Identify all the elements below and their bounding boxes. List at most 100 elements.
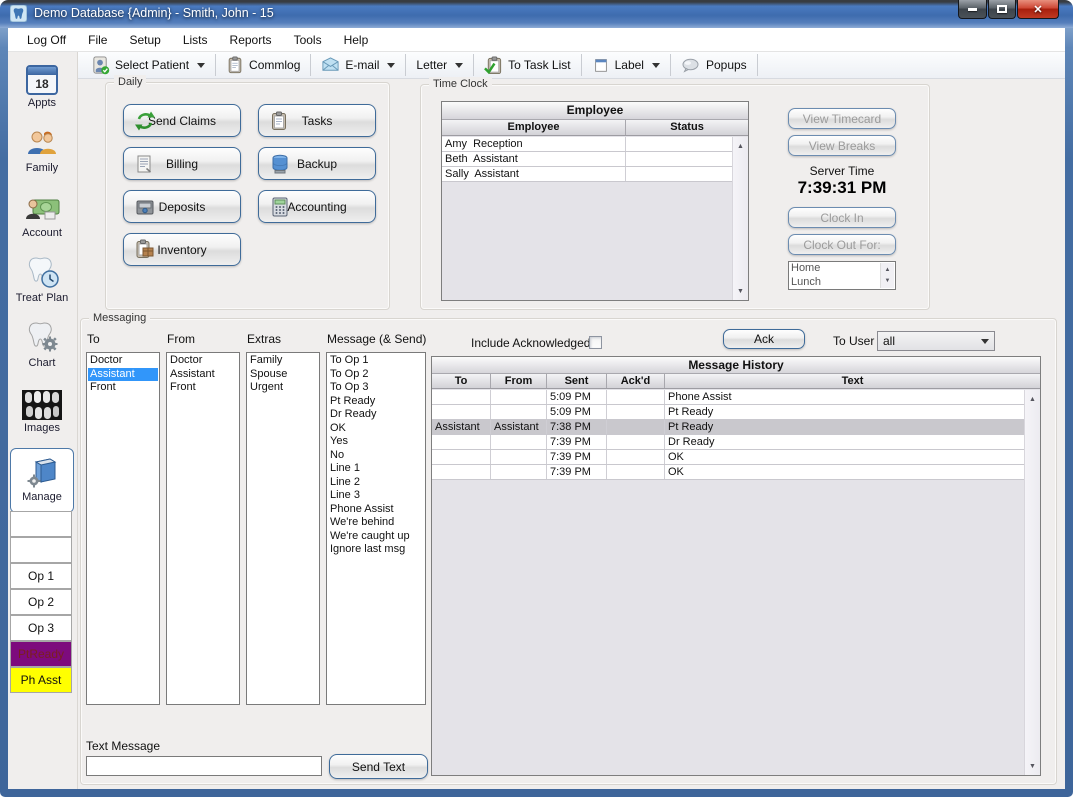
message-item[interactable]: To Op 2 bbox=[328, 368, 424, 382]
extras-item-family[interactable]: Family bbox=[248, 354, 318, 368]
history-text-cell: Phone Assist bbox=[665, 390, 1024, 404]
quick-cell-ptready[interactable]: PtReady bbox=[10, 641, 72, 667]
menu-reports[interactable]: Reports bbox=[219, 30, 283, 50]
commlog-button[interactable]: Commlog bbox=[219, 53, 307, 78]
history-row-selected[interactable]: Assistant Assistant 7:38 PM Pt Ready bbox=[432, 420, 1024, 435]
menu-help[interactable]: Help bbox=[333, 30, 380, 50]
tasks-button[interactable]: Tasks bbox=[258, 104, 376, 137]
message-item[interactable]: Ignore last msg bbox=[328, 543, 424, 557]
to-item-assistant[interactable]: Assistant bbox=[88, 368, 158, 382]
send-text-button[interactable]: Send Text bbox=[329, 754, 428, 779]
scroll-up-icon[interactable]: ▲ bbox=[1025, 391, 1040, 407]
message-item[interactable]: OK bbox=[328, 422, 424, 436]
employee-row[interactable]: Sally Assistant bbox=[442, 167, 732, 182]
menu-file[interactable]: File bbox=[77, 30, 118, 50]
accounting-button[interactable]: Accounting bbox=[258, 190, 376, 223]
sidebar-item-chart[interactable]: Chart bbox=[10, 315, 74, 380]
popups-button[interactable]: Popups bbox=[674, 53, 754, 78]
message-history-scrollbar[interactable]: ▲ ▼ bbox=[1024, 390, 1040, 775]
message-item[interactable]: To Op 3 bbox=[328, 381, 424, 395]
server-time-value: 7:39:31 PM bbox=[777, 178, 907, 198]
menu-setup[interactable]: Setup bbox=[118, 30, 171, 50]
employee-row[interactable]: Amy Reception bbox=[442, 137, 732, 152]
message-item[interactable]: Phone Assist bbox=[328, 503, 424, 517]
quick-cell-op2[interactable]: Op 2 bbox=[10, 589, 72, 615]
message-item[interactable]: We're caught up bbox=[328, 530, 424, 544]
letter-button[interactable]: Letter bbox=[409, 53, 470, 78]
close-button[interactable]: ✕ bbox=[1017, 0, 1059, 19]
history-row[interactable]: 5:09 PM Pt Ready bbox=[432, 405, 1024, 420]
deposits-button[interactable]: Deposits bbox=[123, 190, 241, 223]
clock-out-for-button[interactable]: Clock Out For: bbox=[788, 234, 896, 255]
scroll-down-icon[interactable]: ▼ bbox=[733, 283, 748, 299]
include-acknowledged-checkbox[interactable] bbox=[589, 336, 602, 349]
message-item[interactable]: Pt Ready bbox=[328, 395, 424, 409]
to-task-list-button[interactable]: To Task List bbox=[477, 53, 577, 78]
email-button[interactable]: E-mail bbox=[314, 53, 402, 78]
clock-out-list-scrollbar[interactable]: ▲ ▼ bbox=[880, 263, 894, 288]
from-item-doctor[interactable]: Doctor bbox=[168, 354, 238, 368]
quick-cell-op1[interactable]: Op 1 bbox=[10, 563, 72, 589]
employee-row[interactable]: Beth Assistant bbox=[442, 152, 732, 167]
history-sent-cell: 7:39 PM bbox=[547, 465, 607, 479]
select-patient-button[interactable]: Select Patient bbox=[84, 53, 212, 78]
toolbar-separator bbox=[310, 54, 311, 76]
history-text-cell: Pt Ready bbox=[665, 420, 1024, 434]
from-item-front[interactable]: Front bbox=[168, 381, 238, 395]
from-item-assistant[interactable]: Assistant bbox=[168, 368, 238, 382]
inventory-button[interactable]: Inventory bbox=[123, 233, 241, 266]
scroll-up-icon[interactable]: ▲ bbox=[733, 138, 748, 154]
send-claims-button[interactable]: Send Claims bbox=[123, 104, 241, 137]
message-item[interactable]: Yes bbox=[328, 435, 424, 449]
extras-item-spouse[interactable]: Spouse bbox=[248, 368, 318, 382]
sidebar-item-family[interactable]: Family bbox=[10, 120, 74, 185]
backup-button[interactable]: Backup bbox=[258, 147, 376, 180]
extras-list[interactable]: Family Spouse Urgent bbox=[246, 352, 320, 705]
sidebar-item-account[interactable]: Account bbox=[10, 185, 74, 250]
sidebar-item-images[interactable]: Images bbox=[10, 380, 74, 445]
clock-in-button[interactable]: Clock In bbox=[788, 207, 896, 228]
label-dropdown-arrow bbox=[652, 63, 660, 68]
history-row[interactable]: 5:09 PM Phone Assist bbox=[432, 390, 1024, 405]
to-item-front[interactable]: Front bbox=[88, 381, 158, 395]
history-row[interactable]: 7:39 PM Dr Ready bbox=[432, 435, 1024, 450]
message-item[interactable]: Line 3 bbox=[328, 489, 424, 503]
images-xray-icon bbox=[10, 380, 74, 420]
menu-log-off[interactable]: Log Off bbox=[16, 30, 77, 50]
daily-group-caption: Daily bbox=[114, 75, 146, 89]
maximize-button[interactable] bbox=[988, 0, 1016, 19]
message-item[interactable]: Line 1 bbox=[328, 462, 424, 476]
menu-tools[interactable]: Tools bbox=[283, 30, 333, 50]
view-timecard-button[interactable]: View Timecard bbox=[788, 108, 896, 129]
message-item[interactable]: No bbox=[328, 449, 424, 463]
scroll-down-icon[interactable]: ▼ bbox=[1025, 758, 1040, 774]
view-breaks-button[interactable]: View Breaks bbox=[788, 135, 896, 156]
message-send-list[interactable]: To Op 1 To Op 2 To Op 3 Pt Ready Dr Read… bbox=[326, 352, 426, 705]
message-item[interactable]: Line 2 bbox=[328, 476, 424, 490]
scroll-down-icon[interactable]: ▼ bbox=[881, 275, 894, 287]
billing-button[interactable]: Billing bbox=[123, 147, 241, 180]
from-list[interactable]: Doctor Assistant Front bbox=[166, 352, 240, 705]
message-item[interactable]: We're behind bbox=[328, 516, 424, 530]
ack-button[interactable]: Ack bbox=[723, 329, 805, 349]
text-message-input[interactable] bbox=[86, 756, 322, 776]
clock-out-options-list[interactable]: Home Lunch ▲ ▼ bbox=[788, 261, 896, 290]
sidebar-item-treat-plan[interactable]: Treat' Plan bbox=[10, 250, 74, 315]
extras-item-urgent[interactable]: Urgent bbox=[248, 381, 318, 395]
history-row[interactable]: 7:39 PM OK bbox=[432, 465, 1024, 480]
to-user-dropdown[interactable]: all bbox=[877, 331, 995, 351]
quick-cell-ph-asst[interactable]: Ph Asst bbox=[10, 667, 72, 693]
sidebar-item-appts[interactable]: 18 Appts bbox=[10, 55, 74, 120]
quick-cell-op3[interactable]: Op 3 bbox=[10, 615, 72, 641]
history-row[interactable]: 7:39 PM OK bbox=[432, 450, 1024, 465]
label-button[interactable]: Label bbox=[585, 53, 667, 78]
message-item[interactable]: To Op 1 bbox=[328, 354, 424, 368]
to-item-doctor[interactable]: Doctor bbox=[88, 354, 158, 368]
to-list[interactable]: Doctor Assistant Front bbox=[86, 352, 160, 705]
employee-table-scrollbar[interactable]: ▲ ▼ bbox=[732, 137, 748, 300]
message-list-label: Message (& Send) bbox=[327, 332, 426, 346]
minimize-button[interactable] bbox=[958, 0, 987, 19]
sidebar-item-manage[interactable]: Manage bbox=[10, 448, 74, 513]
menu-lists[interactable]: Lists bbox=[172, 30, 219, 50]
message-item[interactable]: Dr Ready bbox=[328, 408, 424, 422]
